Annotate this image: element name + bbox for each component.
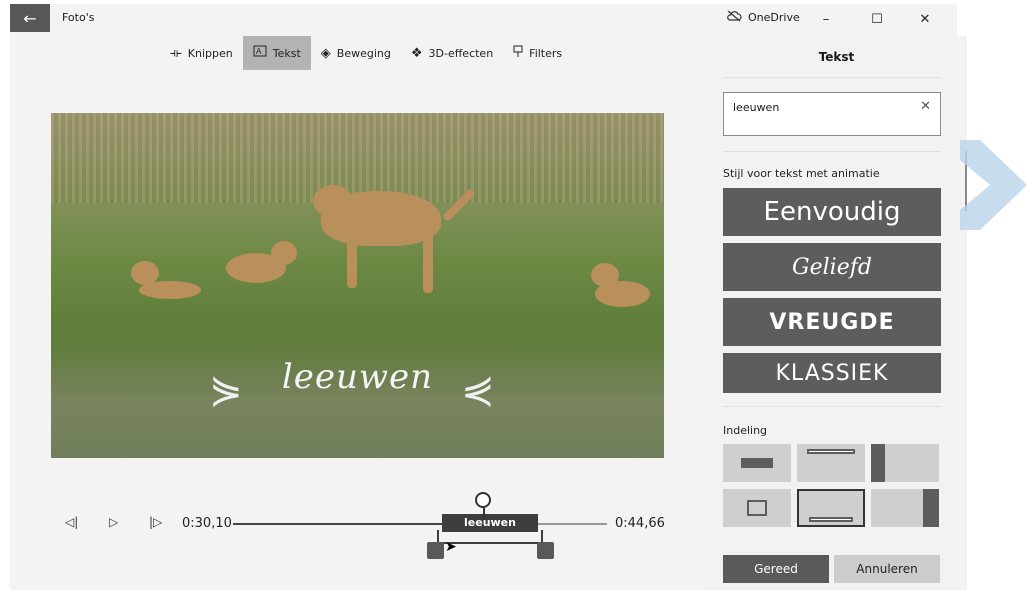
layout-section-label: Indeling xyxy=(723,424,768,437)
panel-title: Tekst xyxy=(818,50,855,64)
svg-text:A: A xyxy=(256,47,262,56)
title-bar: ← Foto's OneDrive – ☐ ✕ xyxy=(10,4,957,34)
tool-label: Knippen xyxy=(187,46,233,60)
tool-tekst[interactable]: A Tekst xyxy=(242,36,311,70)
caption-start-handle[interactable] xyxy=(427,542,444,559)
layout-mark xyxy=(747,500,767,516)
divider xyxy=(723,77,941,78)
grass-background xyxy=(51,113,664,203)
back-button[interactable]: ← xyxy=(10,4,50,32)
text-input-value: leeuwen xyxy=(733,101,780,114)
watermark-chevron-icon xyxy=(960,140,1027,230)
play-button[interactable]: ▷ xyxy=(109,515,118,529)
filter-icon xyxy=(513,45,523,62)
playhead-line xyxy=(483,508,485,518)
divider xyxy=(723,406,941,407)
video-text-overlay[interactable]: leeuwen xyxy=(51,357,664,397)
cub-body xyxy=(595,281,650,307)
tool-label: Beweging xyxy=(336,46,391,60)
onedrive-label: OneDrive xyxy=(748,11,800,24)
layout-right[interactable] xyxy=(871,489,939,527)
photos-app-window: ← Foto's OneDrive – ☐ ✕ ⟛ Knippen A Teks… xyxy=(10,4,967,590)
cub-body xyxy=(139,281,201,299)
step-forward-button[interactable]: |▷ xyxy=(149,515,162,529)
mouse-cursor-icon: ➤ xyxy=(445,539,457,555)
layout-mark xyxy=(871,444,885,482)
style-geliefd[interactable]: Geliefd xyxy=(723,243,941,291)
onedrive-status[interactable]: OneDrive xyxy=(726,10,800,25)
lioness-head xyxy=(313,185,353,217)
clear-icon[interactable]: ✕ xyxy=(920,99,931,114)
minimize-button[interactable]: – xyxy=(806,7,846,31)
app-title: Foto's xyxy=(62,11,95,24)
tool-knippen[interactable]: ⟛ Knippen xyxy=(160,36,243,70)
video-preview[interactable]: ⋟ ⋞ leeuwen xyxy=(51,113,664,458)
text-input[interactable]: leeuwen ✕ xyxy=(723,92,941,136)
layout-left[interactable] xyxy=(871,444,939,482)
done-button[interactable]: Gereed xyxy=(723,555,829,583)
layout-mark xyxy=(741,458,773,468)
trim-icon: ⟛ xyxy=(170,45,182,61)
layout-center[interactable] xyxy=(723,444,791,482)
tool-label: Filters xyxy=(529,46,563,60)
tool-filters[interactable]: Filters xyxy=(503,36,572,70)
cub-head xyxy=(271,241,297,265)
maximize-button[interactable]: ☐ xyxy=(857,7,897,31)
style-section-label: Stijl voor tekst met animatie xyxy=(723,167,880,180)
3d-effects-icon: ❖ xyxy=(410,45,423,61)
tool-3d-effecten[interactable]: ❖ 3D-effecten xyxy=(401,36,503,70)
close-button[interactable]: ✕ xyxy=(905,7,945,31)
lioness-leg xyxy=(423,233,433,293)
motion-icon: ◈ xyxy=(320,45,331,61)
style-vreugde[interactable]: VREUGDE xyxy=(723,298,941,346)
text-icon: A xyxy=(253,45,267,61)
layout-mark xyxy=(923,489,939,527)
timeline: ◁| ▷ |▷ 0:30,10 leeuwen ➤ 0:44,66 xyxy=(51,492,665,562)
layout-mark xyxy=(807,449,855,454)
layout-top[interactable] xyxy=(797,444,865,482)
style-klassiek[interactable]: KLASSIEK xyxy=(723,353,941,393)
divider xyxy=(723,151,941,152)
cloud-off-icon xyxy=(726,10,742,25)
layout-center-small[interactable] xyxy=(723,489,791,527)
end-time: 0:44,66 xyxy=(615,516,665,531)
tool-beweging[interactable]: ◈ Beweging xyxy=(311,36,401,70)
style-eenvoudig[interactable]: Eenvoudig xyxy=(723,188,941,236)
lioness-leg xyxy=(347,233,357,288)
layout-bottom[interactable] xyxy=(797,489,865,527)
tool-label: 3D-effecten xyxy=(428,46,494,60)
step-back-button[interactable]: ◁| xyxy=(65,515,78,529)
layout-mark xyxy=(809,517,853,522)
cancel-button[interactable]: Annuleren xyxy=(834,555,940,583)
text-panel: Tekst leeuwen ✕ Stijl voor tekst met ani… xyxy=(706,36,967,590)
arrow-left-icon: ← xyxy=(23,8,37,28)
playhead[interactable] xyxy=(475,492,491,508)
edit-toolbar: ⟛ Knippen A Tekst ◈ Beweging ❖ 3D-effect… xyxy=(160,36,572,70)
caption-end-handle[interactable] xyxy=(537,542,554,559)
tool-label: Tekst xyxy=(272,46,301,60)
current-time: 0:30,10 xyxy=(182,516,232,531)
caption-clip[interactable]: leeuwen xyxy=(442,514,538,532)
